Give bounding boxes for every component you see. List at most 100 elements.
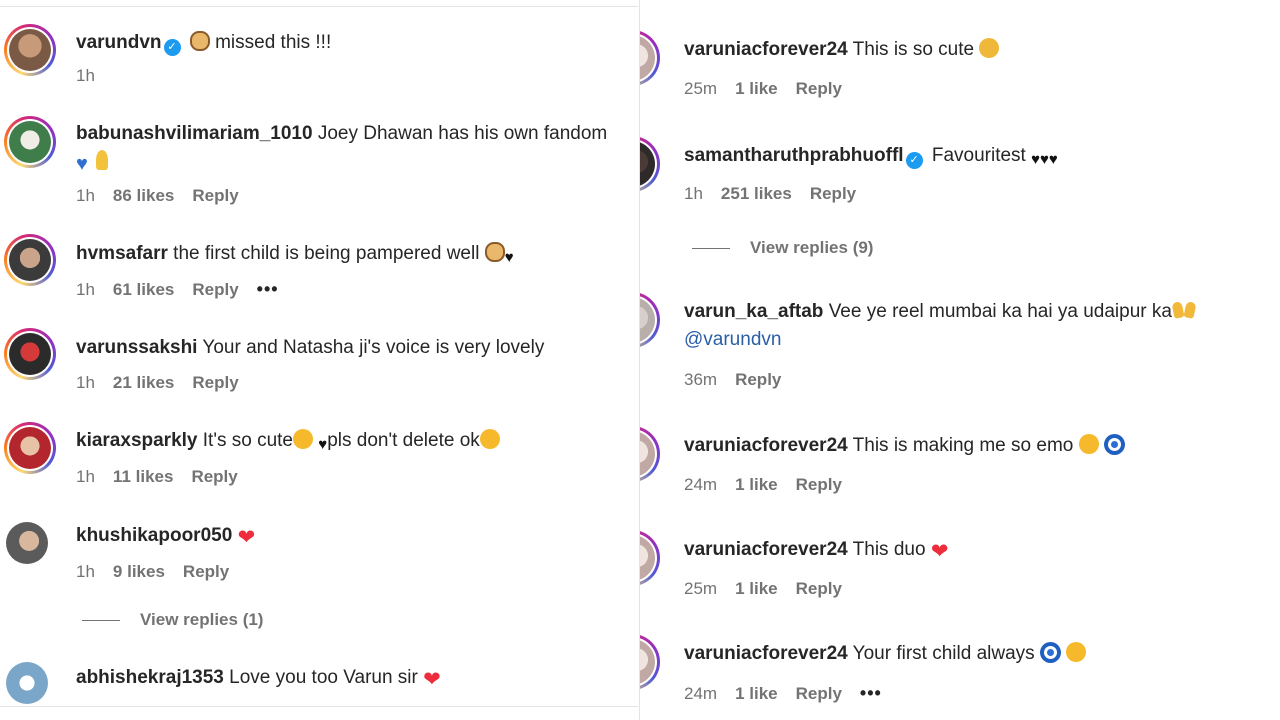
- comment-time: 36m: [684, 370, 718, 389]
- like-count[interactable]: 11 likes: [113, 467, 174, 487]
- flushed-face-emoji: [479, 429, 500, 449]
- comment-username[interactable]: abhishekraj1353: [76, 667, 224, 688]
- avatar[interactable]: [640, 530, 660, 586]
- verified-badge-icon: ✓: [905, 152, 923, 169]
- more-options-icon[interactable]: •••: [257, 279, 279, 300]
- comment-time: 1h: [76, 186, 95, 205]
- dog-face-emoji: [189, 31, 210, 51]
- avatar[interactable]: [6, 662, 48, 704]
- reply-button[interactable]: Reply: [191, 467, 237, 487]
- comment-username[interactable]: samantharuthprabhuoffl: [684, 145, 904, 166]
- view-replies-label: View replies (9): [750, 238, 874, 257]
- comment-username[interactable]: babunashvilimariam_1010: [76, 123, 313, 144]
- comment-meta: 1h 11 likes Reply: [76, 467, 238, 487]
- like-count[interactable]: 21 likes: [113, 373, 174, 393]
- comment-username[interactable]: varun_ka_aftab: [684, 301, 823, 322]
- reply-button[interactable]: Reply: [796, 579, 842, 599]
- comment-username[interactable]: varuniacforever24: [684, 643, 848, 664]
- comment-username[interactable]: varuniacforever24: [684, 539, 848, 560]
- avatar[interactable]: [4, 234, 56, 286]
- avatar[interactable]: [640, 426, 660, 482]
- avatar[interactable]: [640, 292, 660, 348]
- comment-meta: 1h 21 likes Reply: [76, 373, 239, 393]
- comment-text: varuniacforever24 This is making me so e…: [684, 432, 1125, 460]
- reply-button[interactable]: Reply: [810, 184, 856, 204]
- nazar-amulet-emoji: [1039, 642, 1061, 663]
- black-heart-emoji: ♥♥♥: [1031, 151, 1058, 168]
- like-count[interactable]: 9 likes: [113, 562, 165, 582]
- comment-username[interactable]: khushikapoor050: [76, 525, 232, 546]
- reply-button[interactable]: Reply: [183, 562, 229, 582]
- more-options-icon[interactable]: •••: [860, 683, 882, 704]
- reply-button[interactable]: Reply: [192, 280, 238, 300]
- comment-username[interactable]: varuniacforever24: [684, 435, 848, 456]
- comment-text: varuniacforever24 Your first child alway…: [684, 640, 1087, 668]
- avatar[interactable]: [640, 30, 660, 86]
- comment-text: hvmsafarr the first child is being pampe…: [76, 240, 514, 272]
- red-heart-emoji: ❤: [237, 526, 256, 549]
- comment-meta: 1h 86 likes Reply: [76, 186, 239, 206]
- view-replies-label: View replies (1): [140, 610, 264, 629]
- like-count[interactable]: 61 likes: [113, 280, 174, 300]
- reply-button[interactable]: Reply: [796, 684, 842, 704]
- reply-button[interactable]: Reply: [796, 79, 842, 99]
- comment-meta: 1h 251 likes Reply: [684, 184, 856, 204]
- avatar[interactable]: [4, 422, 56, 474]
- reply-button[interactable]: Reply: [735, 370, 781, 390]
- avatar[interactable]: [4, 328, 56, 380]
- like-count[interactable]: 1 like: [735, 79, 778, 99]
- pleading-face-emoji: [1066, 642, 1087, 662]
- comment-time: 25m: [684, 579, 718, 598]
- nazar-amulet-emoji: [1103, 434, 1125, 455]
- comment-time: 25m: [684, 79, 718, 98]
- comment-username[interactable]: hvmsafarr: [76, 243, 168, 264]
- divider: [0, 706, 638, 707]
- comment-time: 24m: [684, 475, 718, 494]
- comment-meta: 1h: [76, 66, 95, 86]
- right-comments-panel: varuniacforever24 This is so cute 25m 1 …: [640, 0, 1280, 720]
- reply-button[interactable]: Reply: [192, 186, 238, 206]
- comment-time: 1h: [76, 562, 95, 581]
- comment-text: samantharuthprabhuoffl ✓ Favouritest ♥♥♥: [684, 142, 1058, 174]
- comment-meta: 24m 1 like Reply •••: [684, 683, 882, 704]
- comment-text: kiaraxsparkly It's so cute ♥pls don't de…: [76, 427, 500, 459]
- comment-time: 1h: [76, 467, 95, 486]
- reply-button[interactable]: Reply: [796, 475, 842, 495]
- black-heart-emoji: ♥: [504, 249, 514, 266]
- comment-meta: 25m 1 like Reply: [684, 79, 842, 99]
- comment-text: varun_ka_aftab Vee ye reel mumbai ka hai…: [684, 298, 1274, 354]
- comment-username[interactable]: varundvn: [76, 32, 162, 53]
- comment-time: 1h: [76, 279, 95, 299]
- comment-text: khushikapoor050 ❤: [76, 522, 255, 552]
- view-replies-button[interactable]: View replies (9): [692, 238, 873, 258]
- avatar[interactable]: [640, 634, 660, 690]
- comment-text: varunssakshi Your and Natasha ji's voice…: [76, 337, 545, 358]
- reply-button[interactable]: Reply: [192, 373, 238, 393]
- comment-meta: 1h 9 likes Reply: [76, 562, 229, 582]
- raising-hands-emoji: [1172, 300, 1196, 320]
- like-count[interactable]: 86 likes: [113, 186, 174, 206]
- comment-username[interactable]: kiaraxsparkly: [76, 430, 198, 451]
- view-replies-button[interactable]: View replies (1): [82, 610, 263, 630]
- comment-text: varundvn ✓ missed this !!!: [76, 29, 331, 57]
- comment-time: 24m: [684, 683, 718, 703]
- dog-face-emoji: [484, 242, 505, 262]
- comment-meta: 1h 61 likes Reply •••: [76, 279, 279, 300]
- comment-time: 1h: [76, 66, 95, 85]
- comment-text: varuniacforever24 This is so cute: [684, 36, 1000, 64]
- like-count[interactable]: 1 like: [735, 475, 778, 495]
- mention-link[interactable]: @varundvn: [684, 329, 781, 350]
- divider: [82, 619, 120, 621]
- comment-time: 1h: [684, 184, 703, 203]
- avatar[interactable]: [6, 522, 48, 564]
- comment-username[interactable]: varuniacforever24: [684, 39, 848, 60]
- comment-username[interactable]: varunssakshi: [76, 337, 197, 358]
- like-count[interactable]: 251 likes: [721, 184, 792, 204]
- avatar[interactable]: [640, 136, 660, 192]
- pray-emoji: [93, 150, 111, 170]
- like-count[interactable]: 1 like: [735, 684, 778, 704]
- avatar[interactable]: [4, 24, 56, 76]
- black-heart-emoji: ♥: [318, 436, 328, 453]
- avatar[interactable]: [4, 116, 56, 168]
- like-count[interactable]: 1 like: [735, 579, 778, 599]
